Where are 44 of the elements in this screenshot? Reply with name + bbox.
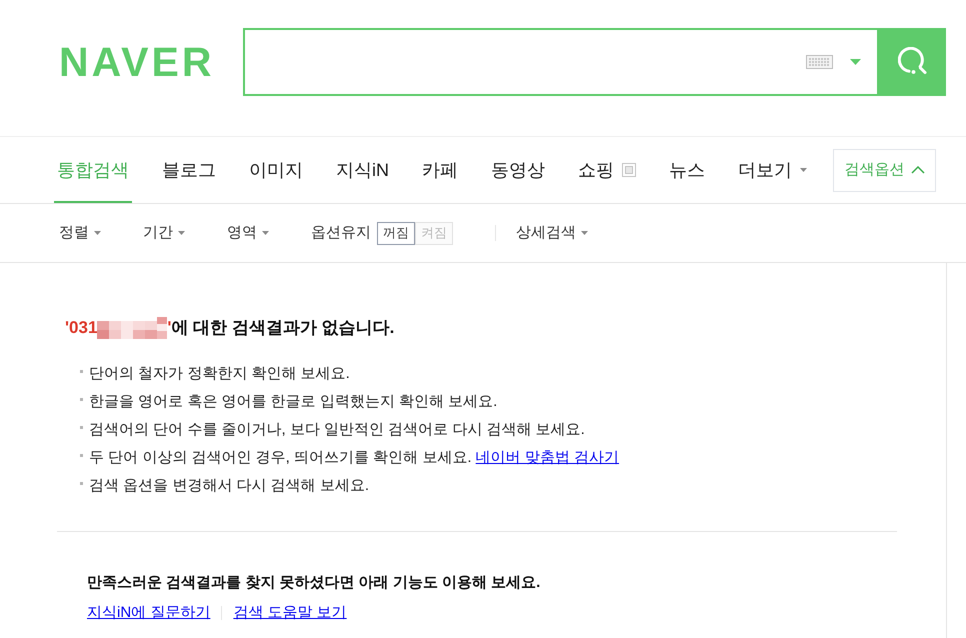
help-link[interactable]: 지식iN에 질문하기 bbox=[87, 602, 210, 624]
caret-icon bbox=[94, 231, 101, 235]
filter-dropdown[interactable]: 기간 bbox=[143, 222, 185, 244]
mosaic-drawing bbox=[97, 317, 168, 339]
filter-dropdown[interactable]: 정렬 bbox=[59, 222, 101, 244]
search-button[interactable] bbox=[879, 28, 946, 96]
caret-icon bbox=[850, 59, 860, 65]
tip-text: 두 단어 이상의 검색어인 경우, 띄어쓰기를 확인해 보세요. 네이버 맞춤법 검사기 bbox=[89, 448, 620, 468]
caret-icon bbox=[581, 231, 588, 235]
tip-text: 검색어의 단어 수를 줄이거나, 보다 일반적인 검색어로 다시 검색해 보세요. bbox=[89, 420, 585, 440]
spell-checker-link[interactable]: 네이버 맞춤법 검사기 bbox=[476, 448, 620, 466]
help-heading: 만족스러운 검색결과를 찾지 못하셨다면 아래 기능도 이용해 보세요. bbox=[87, 573, 540, 593]
option-label: 옵션유지 bbox=[311, 222, 371, 243]
search-tab[interactable]: 더보기 bbox=[735, 139, 810, 203]
bullet-icon bbox=[80, 454, 83, 456]
search-tab[interactable]: 뉴스 bbox=[666, 139, 708, 203]
bullet-icon bbox=[80, 426, 83, 428]
dropdown-button[interactable] bbox=[849, 57, 861, 67]
search-tab[interactable]: 쇼핑 bbox=[575, 139, 639, 203]
tip-text: 한글을 영어로 혹은 영어를 한글로 입력했는지 확인해 보세요. bbox=[89, 392, 498, 412]
no-result-message: 에 대한 검색결과가 없습니다. bbox=[171, 317, 394, 339]
search-tab[interactable]: 이미지 bbox=[246, 139, 306, 203]
search-tab[interactable]: 블로그 bbox=[159, 139, 219, 203]
filter-dropdown[interactable]: 영역 bbox=[227, 222, 269, 244]
search-query-text: '031 bbox=[65, 317, 98, 339]
bullet-icon bbox=[80, 370, 83, 372]
help-link[interactable]: 검색 도움말 보기 bbox=[233, 602, 347, 624]
search-field[interactable] bbox=[243, 28, 879, 96]
toggle-option[interactable]: 꺼짐 bbox=[377, 222, 415, 244]
bullet-icon bbox=[80, 482, 83, 484]
tip-text: 검색 옵션을 변경해서 다시 검색해 보세요. bbox=[89, 476, 370, 496]
tip-text: 단어의 철자가 정확한지 확인해 보세요. bbox=[89, 364, 350, 384]
filter-dropdown[interactable]: 상세검색 bbox=[516, 222, 588, 244]
keyboard-icon[interactable] bbox=[806, 55, 833, 69]
search-query-text: ' bbox=[167, 317, 172, 339]
caret-icon bbox=[800, 168, 807, 172]
search-tab[interactable]: 지식iN bbox=[333, 139, 392, 203]
caret-icon bbox=[262, 231, 269, 235]
new-window-icon bbox=[622, 163, 636, 177]
search-tab[interactable]: 동영상 bbox=[488, 139, 548, 203]
search-tab[interactable]: 카페 bbox=[419, 139, 461, 203]
bullet-icon bbox=[80, 398, 83, 400]
search-icon bbox=[898, 47, 928, 77]
caret-icon bbox=[178, 231, 185, 235]
